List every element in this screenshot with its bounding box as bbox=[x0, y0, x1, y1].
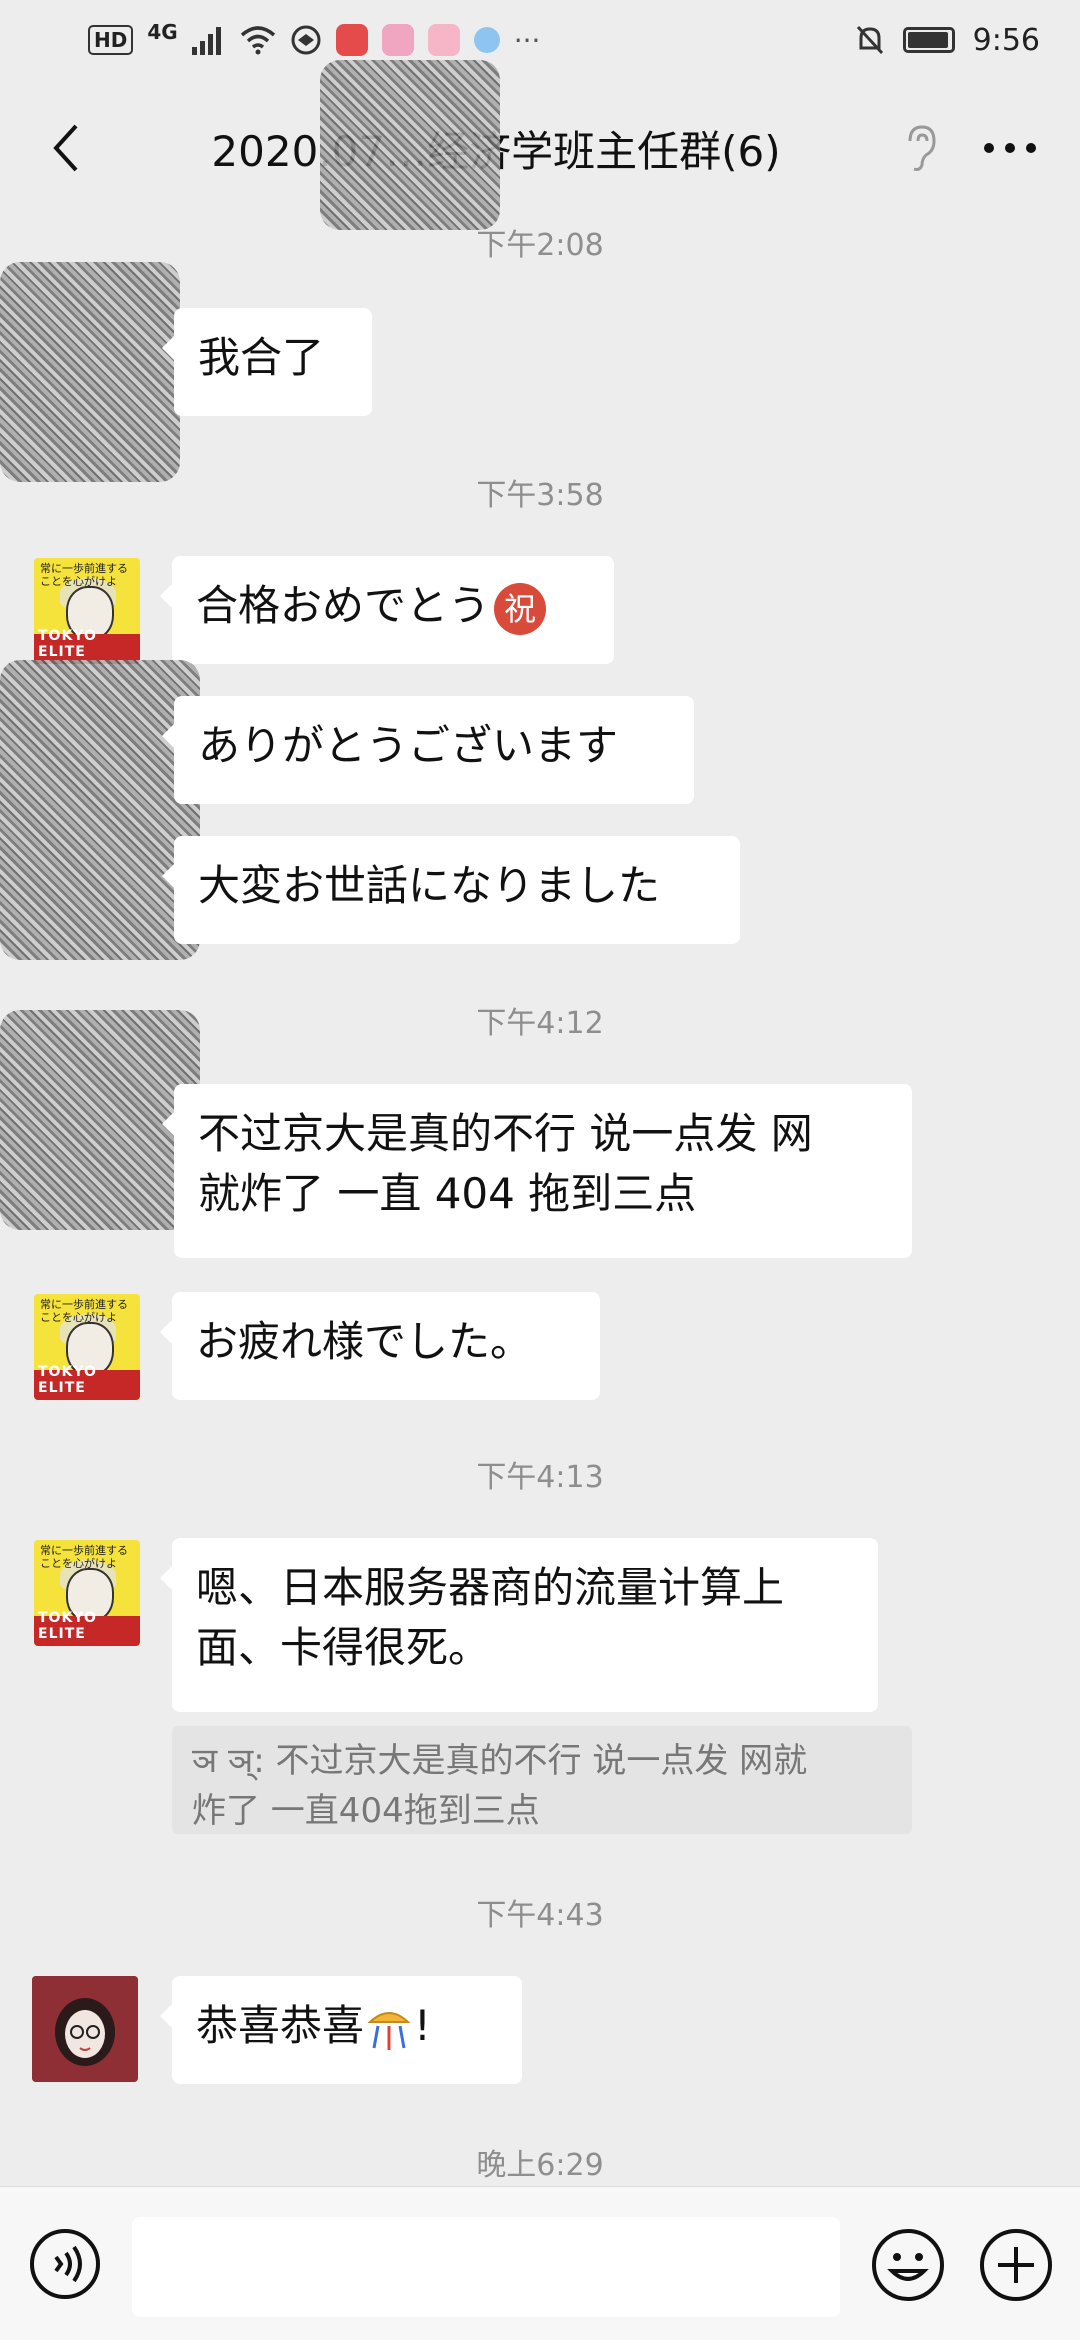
avatar-woman[interactable] bbox=[32, 1976, 138, 2082]
signal-icon bbox=[191, 27, 221, 55]
redaction-title bbox=[320, 60, 500, 230]
timestamp: 晚上6:29 bbox=[476, 2148, 604, 2183]
avatar-label: TOKYO ELITE bbox=[38, 1610, 97, 1642]
message-text: 合格おめでとう bbox=[196, 581, 491, 630]
hd-indicator: HD bbox=[88, 25, 134, 55]
app-notification-icon-4 bbox=[473, 27, 500, 53]
voice-icon[interactable] bbox=[28, 2227, 102, 2301]
avatar-caption: 常に一歩前進する ことを心がけよ bbox=[40, 562, 128, 588]
avatar-caption: 常に一歩前進する ことを心がけよ bbox=[40, 1544, 128, 1570]
timestamp: 下午4:13 bbox=[476, 1460, 604, 1495]
input-bar bbox=[0, 2186, 1080, 2340]
network-indicator: 4G bbox=[147, 20, 178, 44]
avatar-tokyo-elite[interactable]: 常に一歩前進する ことを心がけよ TOKYO ELITE bbox=[34, 1294, 140, 1400]
message-input[interactable] bbox=[132, 2217, 840, 2317]
message-text: 我合了 bbox=[198, 333, 325, 382]
woman-avatar-icon bbox=[32, 1976, 138, 2082]
message-text-line: 就炸了 一直 404 拖到三点 bbox=[198, 1169, 697, 1218]
message-text: 大変お世話になりました bbox=[198, 861, 661, 910]
avatar-caption: 常に一歩前進する ことを心がけよ bbox=[40, 1298, 128, 1324]
message-bubble[interactable]: 不过京大是真的不行 说一点发 网 就炸了 一直 404 拖到三点 bbox=[162, 1084, 912, 1258]
avatar-tokyo-elite[interactable]: 常に一歩前進する ことを心がけよ TOKYO ELITE bbox=[34, 558, 140, 664]
app-notification-icon-3 bbox=[427, 24, 460, 56]
message-text: お疲れ様でした。 bbox=[196, 1317, 533, 1366]
clock: 9:56 bbox=[972, 22, 1040, 58]
redacted-avatar bbox=[0, 262, 180, 482]
party-emoji-icon bbox=[367, 2011, 411, 2050]
message-bubble[interactable]: 恭喜恭喜 ! bbox=[160, 1976, 522, 2084]
more-dots-icon bbox=[984, 143, 1036, 153]
plus-icon[interactable] bbox=[978, 2227, 1054, 2303]
message-bubble[interactable]: 嗯、日本服务器商的流量计算上 面、卡得很死。 bbox=[160, 1538, 878, 1712]
redacted-avatar bbox=[0, 660, 200, 960]
status-left: HD 4G ··· bbox=[88, 20, 541, 57]
message-text-suffix: ! bbox=[414, 2001, 431, 2050]
message-bubble[interactable]: ありがとうございます bbox=[162, 696, 694, 804]
chevron-left-icon bbox=[53, 124, 78, 172]
message-bubble[interactable]: お疲れ様でした。 bbox=[160, 1292, 600, 1400]
message-text-line: 嗯、日本服务器商的流量计算上 bbox=[196, 1563, 785, 1612]
message-text: ありがとうございます bbox=[198, 721, 619, 770]
quoted-reply[interactable]: ञ ञ्: 不过京大是真的不行 说一点发 网就 炸了 一直404拖到三点 bbox=[172, 1726, 912, 1834]
timestamp: 下午3:58 bbox=[476, 478, 604, 513]
celebrate-badge: 祝 bbox=[494, 582, 547, 635]
message-bubble[interactable]: 我合了 bbox=[162, 308, 372, 416]
vpn-icon bbox=[291, 25, 321, 55]
mute-bell-icon bbox=[856, 25, 883, 55]
message-text-line: 不过京大是真的不行 说一点发 网 bbox=[198, 1109, 813, 1158]
avatar-label: TOKYO ELITE bbox=[38, 628, 97, 660]
message-text: 恭喜恭喜 bbox=[196, 2001, 365, 2050]
timestamp: 下午4:43 bbox=[476, 1898, 604, 1933]
battery-icon bbox=[902, 27, 955, 53]
timestamp: 下午2:08 bbox=[476, 228, 604, 263]
wifi-icon bbox=[240, 26, 275, 55]
emoji-icon[interactable] bbox=[870, 2227, 946, 2303]
quote-text-line: 炸了 一直404拖到三点 bbox=[192, 1791, 540, 1831]
avatar-tokyo-elite[interactable]: 常に一歩前進する ことを心がけよ TOKYO ELITE bbox=[34, 1540, 140, 1646]
app-notification-icon-1 bbox=[335, 24, 368, 56]
message-bubble[interactable]: 合格おめでとう祝 bbox=[160, 556, 614, 664]
quote-text-line: ञ ञ्: 不过京大是真的不行 说一点发 网就 bbox=[192, 1741, 808, 1781]
avatar-label: TOKYO ELITE bbox=[38, 1364, 97, 1396]
status-bar: HD 4G ··· 9:56 bbox=[0, 0, 1080, 80]
more-notifications-icon: ··· bbox=[513, 23, 541, 57]
message-text-line: 面、卡得很死。 bbox=[196, 1623, 491, 1672]
ear-icon bbox=[908, 125, 936, 171]
more-button[interactable] bbox=[970, 113, 1050, 183]
back-button[interactable] bbox=[30, 113, 100, 183]
app-notification-icon-2 bbox=[381, 24, 414, 56]
chat-header: 2020.07…经济学班主任群(6) bbox=[0, 88, 1080, 208]
message-bubble[interactable]: 大変お世話になりました bbox=[162, 836, 740, 944]
status-right: 9:56 bbox=[855, 23, 1040, 58]
